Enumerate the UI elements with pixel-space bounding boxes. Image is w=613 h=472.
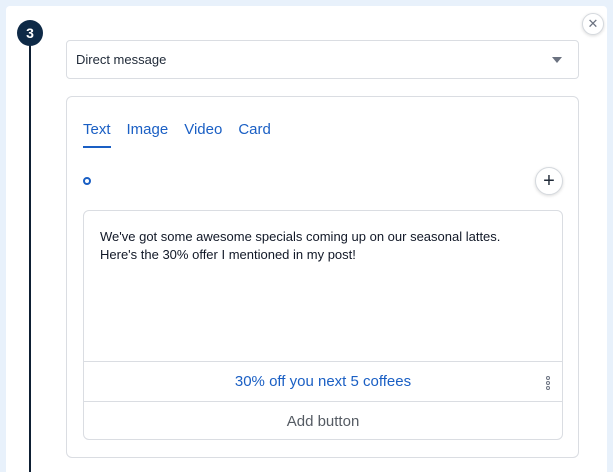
- more-options-icon[interactable]: [546, 376, 550, 390]
- tab-text[interactable]: Text: [83, 121, 111, 148]
- step-number-badge: 3: [17, 20, 43, 46]
- message-text-line: Here's the 30% offer I mentioned in my p…: [100, 247, 356, 262]
- add-message-button[interactable]: +: [535, 167, 563, 195]
- content-type-tabs: Text Image Video Card: [83, 121, 271, 148]
- channel-select-value: Direct message: [76, 52, 167, 67]
- message-pagination-dot[interactable]: [83, 177, 91, 185]
- tab-card[interactable]: Card: [238, 121, 271, 148]
- tab-image[interactable]: Image: [127, 121, 169, 148]
- step-connector-line: [29, 44, 31, 472]
- chevron-down-icon: [552, 57, 562, 63]
- tab-video[interactable]: Video: [184, 121, 222, 148]
- channel-select[interactable]: Direct message: [66, 40, 579, 79]
- offer-button[interactable]: 30% off you next 5 coffees: [84, 361, 562, 401]
- close-icon[interactable]: ✕: [582, 13, 604, 35]
- message-editor-panel: Text Image Video Card + We've got some a…: [66, 96, 579, 458]
- add-button-button[interactable]: Add button: [84, 401, 562, 439]
- offer-button-label: 30% off you next 5 coffees: [234, 373, 412, 390]
- message-card: We've got some awesome specials coming u…: [83, 210, 563, 440]
- message-text-line: We've got some awesome specials coming u…: [100, 229, 501, 244]
- add-button-label: Add button: [286, 413, 360, 430]
- message-text-area[interactable]: We've got some awesome specials coming u…: [84, 211, 562, 361]
